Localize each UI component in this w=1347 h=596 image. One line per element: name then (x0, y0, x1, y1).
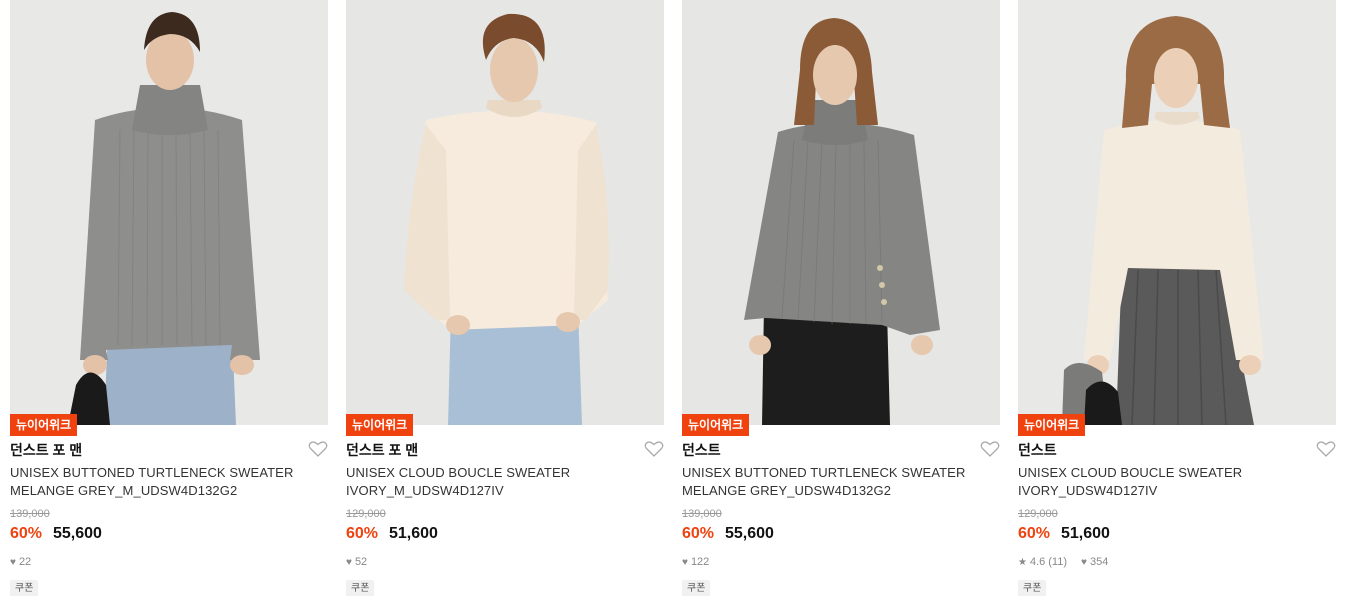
original-price: 129,000 (346, 508, 386, 520)
product-grid: 뉴이어위크 던스트 포 맨 UNISEX BUTTONED TURTLENECK… (0, 0, 1347, 596)
sale-price: 51,600 (389, 525, 438, 542)
heart-icon[interactable] (644, 440, 664, 458)
product-name[interactable]: UNISEX CLOUD BOUCLE SWEATER IVORY_UDSW4D… (1018, 464, 1318, 500)
product-name[interactable]: UNISEX CLOUD BOUCLE SWEATER IVORY_M_UDSW… (346, 464, 646, 500)
discount-rate: 60% (682, 525, 715, 542)
product-stats: ♥ 122 (682, 556, 709, 568)
product-stats: ♥ 52 (346, 556, 367, 568)
coupon-badge: 쿠폰 (10, 580, 39, 596)
like-icon: ♥ (682, 556, 688, 568)
product-name-line: IVORY_M_UDSW4D127IV (346, 483, 504, 498)
like-count: 52 (354, 556, 368, 568)
promo-badge: 뉴이어위크 (682, 414, 750, 436)
heart-icon[interactable] (980, 440, 1000, 458)
product-card[interactable]: 뉴이어위크 던스트 UNISEX CLOUD BOUCLE SWEATER IV… (1018, 0, 1336, 596)
like-count: 122 (690, 556, 710, 568)
product-name-line: UNISEX CLOUD BOUCLE SWEATER (346, 465, 571, 480)
product-name-line: MELANGE GREY_M_UDSW4D132G2 (10, 483, 238, 498)
like-count: 354 (1089, 556, 1109, 568)
discount-rate: 60% (346, 525, 379, 542)
sale-price: 55,600 (53, 525, 102, 542)
heart-icon[interactable] (308, 440, 328, 458)
heart-icon[interactable] (1316, 440, 1336, 458)
coupon-badge: 쿠폰 (682, 580, 711, 596)
discount-rate: 60% (1018, 525, 1051, 542)
product-name[interactable]: UNISEX BUTTONED TURTLENECK SWEATER MELAN… (682, 464, 982, 500)
coupon-badge: 쿠폰 (1018, 580, 1047, 596)
promo-badge: 뉴이어위크 (10, 414, 78, 436)
product-name-line: UNISEX BUTTONED TURTLENECK SWEATER (10, 465, 294, 480)
product-image[interactable] (10, 0, 328, 425)
product-name[interactable]: UNISEX BUTTONED TURTLENECK SWEATER MELAN… (10, 464, 310, 500)
promo-badge: 뉴이어위크 (1018, 414, 1086, 436)
review-count: (11) (1048, 556, 1068, 568)
original-price: 129,000 (1018, 508, 1058, 520)
product-stats: ♥ 22 (10, 556, 31, 568)
rating-value: 4.6 (1029, 556, 1046, 568)
like-icon: ♥ (1081, 556, 1087, 568)
promo-badge: 뉴이어위크 (346, 414, 414, 436)
like-icon: ♥ (10, 556, 16, 568)
star-icon: ★ (1018, 556, 1027, 568)
coupon-badge: 쿠폰 (346, 580, 375, 596)
like-count: 22 (18, 556, 32, 568)
product-card[interactable]: 뉴이어위크 던스트 포 맨 UNISEX CLOUD BOUCLE SWEATE… (346, 0, 664, 596)
sale-price: 51,600 (1061, 525, 1110, 542)
original-price: 139,000 (10, 508, 50, 520)
like-icon: ♥ (346, 556, 352, 568)
brand-name[interactable]: 던스트 포 맨 (10, 440, 82, 460)
product-image[interactable] (1018, 0, 1336, 425)
product-stats: ★ 4.6 (11) ♥ 354 (1018, 556, 1108, 568)
product-image[interactable] (682, 0, 1000, 425)
product-name-line: IVORY_UDSW4D127IV (1018, 483, 1158, 498)
product-image[interactable] (346, 0, 664, 425)
sale-price: 55,600 (725, 525, 774, 542)
original-price: 139,000 (682, 508, 722, 520)
product-card[interactable]: 뉴이어위크 던스트 UNISEX BUTTONED TURTLENECK SWE… (682, 0, 1000, 596)
brand-name[interactable]: 던스트 포 맨 (346, 440, 418, 460)
discount-rate: 60% (10, 525, 43, 542)
brand-name[interactable]: 던스트 (682, 440, 721, 460)
brand-name[interactable]: 던스트 (1018, 440, 1057, 460)
product-name-line: MELANGE GREY_UDSW4D132G2 (682, 483, 892, 498)
product-name-line: UNISEX CLOUD BOUCLE SWEATER (1018, 465, 1243, 480)
product-card[interactable]: 뉴이어위크 던스트 포 맨 UNISEX BUTTONED TURTLENECK… (10, 0, 328, 596)
product-name-line: UNISEX BUTTONED TURTLENECK SWEATER (682, 465, 966, 480)
